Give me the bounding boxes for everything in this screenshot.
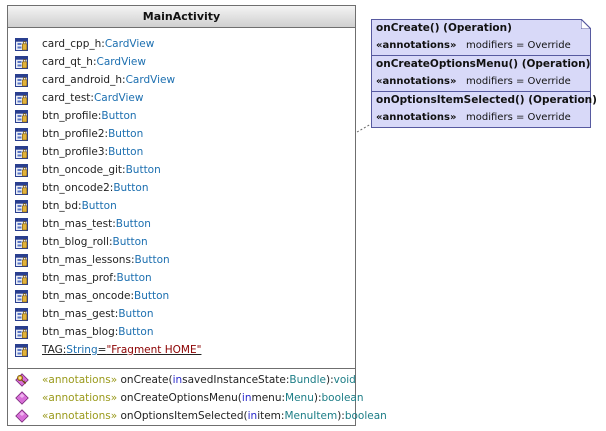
note-fold-corner-icon [581,19,591,29]
note-divider [371,91,591,92]
note-divider [371,55,591,56]
note-annotation-label: «annotations» [376,112,457,123]
note-annotation-line: «annotations» modifiers = Override [376,76,571,87]
note-annotation-line: «annotations» modifiers = Override [376,112,571,123]
note-annotation-value: modifiers = Override [466,76,571,87]
note-annotation-value: modifiers = Override [466,112,571,123]
operation-note[interactable]: onCreate() (Operation) «annotations» modi… [371,19,597,128]
note-annotation-label: «annotations» [376,76,457,87]
note-operation-title: onCreateOptionsMenu() (Operation) [376,58,591,70]
note-operation-title: onOptionsItemSelected() (Operation) [376,94,597,106]
note-annotation-label: «annotations» [376,40,457,51]
note-operation-title: onCreate() (Operation) [376,22,512,34]
note-annotation-value: modifiers = Override [466,40,571,51]
note-annotation-line: «annotations» modifiers = Override [376,40,571,51]
